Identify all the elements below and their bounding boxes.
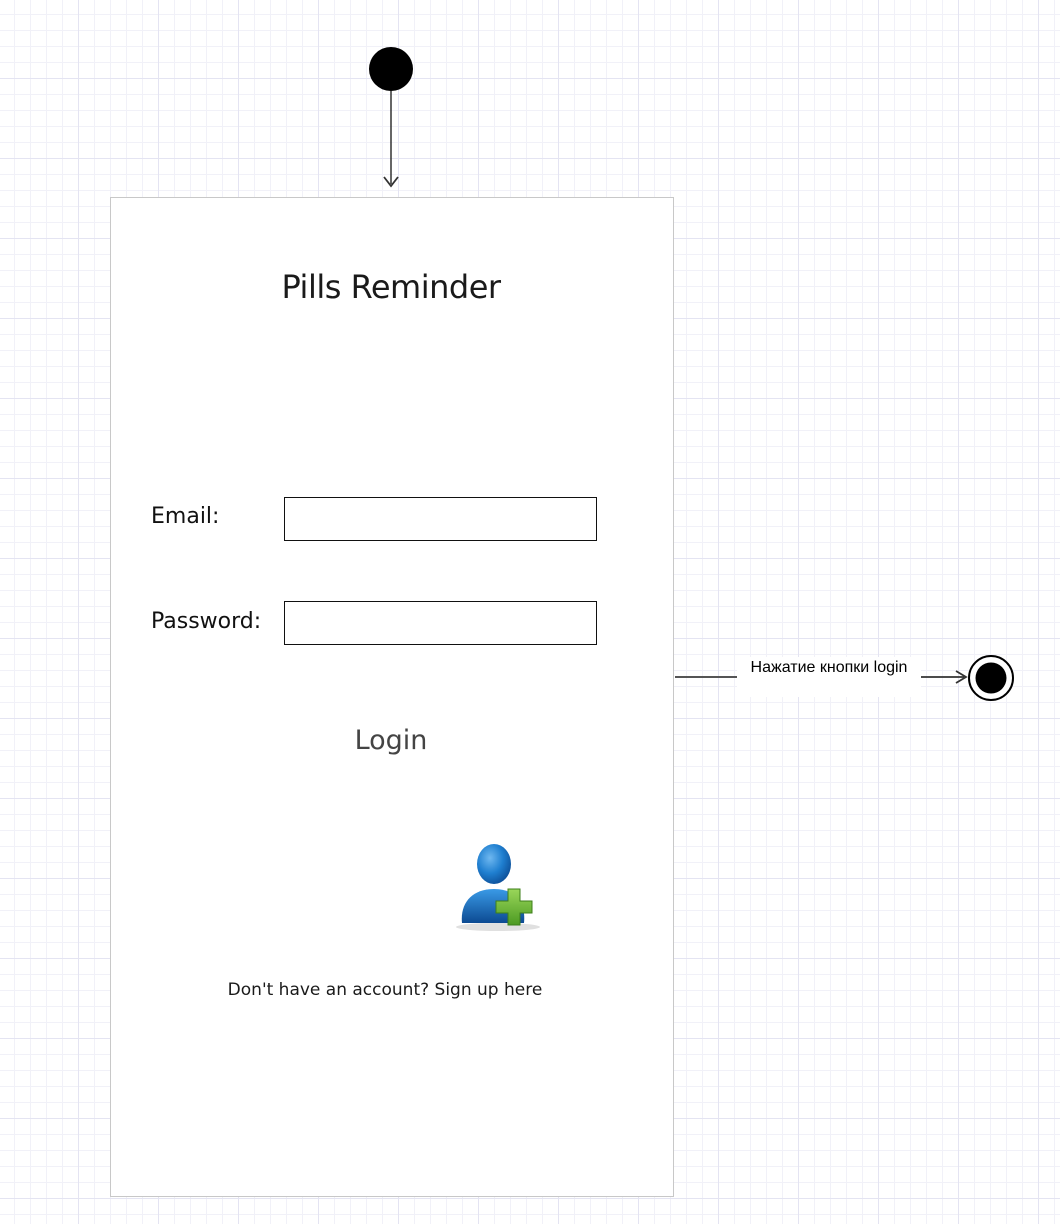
login-screen: Pills Reminder Email: Password: Login Do… bbox=[110, 197, 674, 1197]
email-label: Email: bbox=[151, 504, 220, 529]
login-button[interactable]: Login bbox=[341, 718, 441, 762]
email-field[interactable] bbox=[284, 497, 597, 541]
add-user-icon-graphic bbox=[456, 844, 540, 931]
final-state-node bbox=[975, 662, 1007, 694]
password-field[interactable] bbox=[284, 601, 597, 645]
initial-state-node bbox=[369, 47, 413, 91]
signup-link[interactable]: Don't have an account? Sign up here bbox=[111, 980, 659, 1000]
password-label: Password: bbox=[151, 609, 262, 634]
app-title: Pills Reminder bbox=[281, 268, 501, 306]
transition-label: Нажатие кнопки login bbox=[737, 657, 921, 697]
add-user-icon[interactable] bbox=[454, 839, 554, 933]
